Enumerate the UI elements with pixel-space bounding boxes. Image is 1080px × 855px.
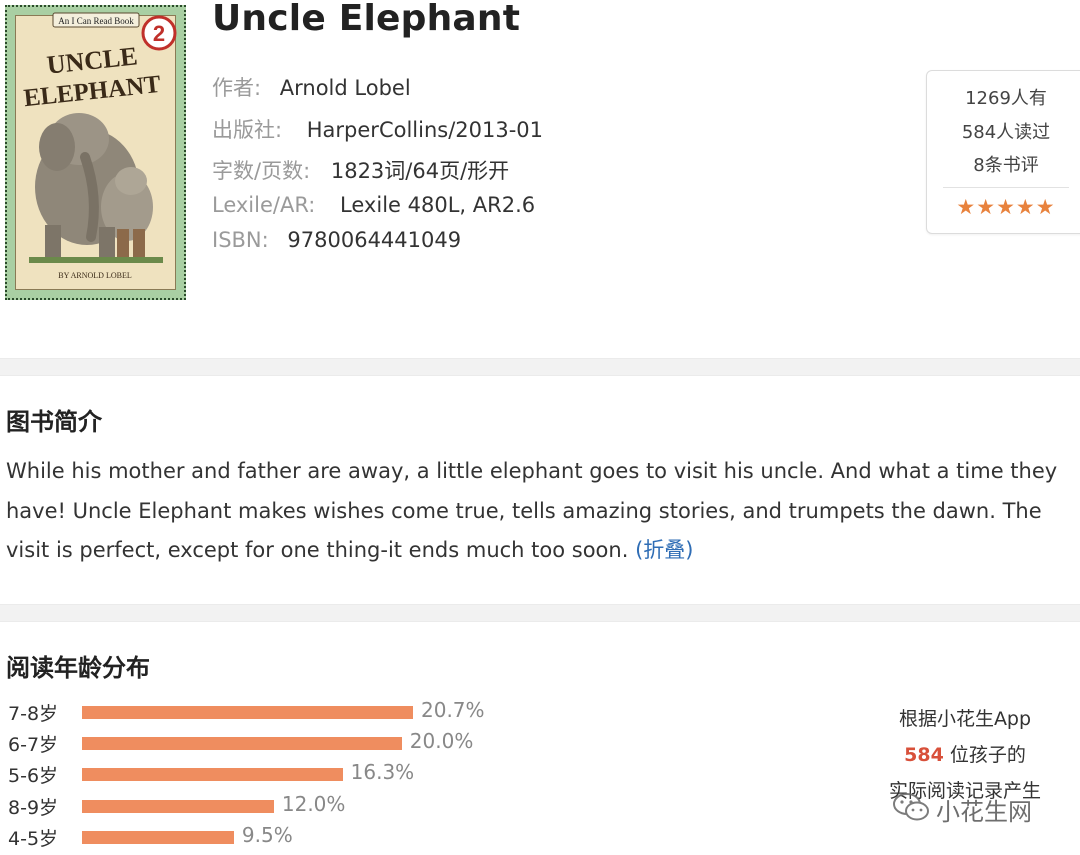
meta-author-value[interactable]: Arnold Lobel	[280, 76, 411, 100]
cover-title-line2: ELEPHANT	[22, 71, 162, 112]
meta-lexile: Lexile/AR: Lexile 480L, AR2.6	[212, 193, 535, 217]
meta-wordcount-value: 1823词/64页/形开	[330, 159, 510, 183]
age-percent: 9.5%	[241, 822, 293, 847]
age-bar	[82, 830, 234, 844]
watermark-text: 小花生网	[936, 798, 1032, 826]
age-percent: 20.0%	[409, 729, 474, 754]
age-row: 7-8岁 20.7%	[0, 698, 700, 729]
series-badge: An I Can Read Book	[58, 16, 134, 26]
meta-publisher-label: 出版社:	[212, 118, 283, 142]
note-line1: 根据小花生App	[898, 708, 1032, 730]
age-bar	[82, 799, 274, 813]
meta-lexile-value: Lexile 480L, AR2.6	[340, 193, 536, 217]
age-bar	[82, 706, 413, 719]
note-line2: 584 位孩子的	[885, 740, 1045, 767]
cover-byline: BY ARNOLD LOBEL	[58, 271, 132, 280]
child-count: 584	[904, 744, 944, 766]
meta-wordcount: 字数/页数: 1823词/64页/形开	[212, 155, 509, 185]
section-divider	[0, 358, 1080, 376]
note-line2-suffix: 位孩子的	[943, 744, 1026, 766]
age-row: 8-9岁 12.0%	[0, 792, 700, 823]
section-divider	[0, 604, 1080, 622]
stats-card: 1269人有 584人读过 8条书评 ★★★★★	[926, 70, 1080, 234]
age-label: 4-5岁	[8, 827, 59, 850]
level-number: 2	[153, 21, 165, 46]
book-cover: An I Can Read Book 2 UNCLE ELEPHANT BY A…	[5, 5, 186, 300]
reviews-count[interactable]: 8条书评	[927, 151, 1080, 177]
watermark: 小花生网	[890, 788, 1070, 828]
intro-text: While his mother and father are away, a …	[6, 452, 1076, 571]
readers-count[interactable]: 584人读过	[927, 118, 1080, 144]
age-bar	[82, 768, 343, 782]
rating-stars: ★★★★★	[956, 195, 1056, 219]
meta-author: 作者: Arnold Lobel	[212, 72, 411, 102]
age-bar	[82, 737, 402, 751]
book-title: Uncle Elephant	[212, 0, 521, 39]
age-heading: 阅读年龄分布	[6, 654, 150, 682]
age-row: 6-7岁 20.0%	[0, 729, 700, 760]
age-label: 7-8岁	[8, 703, 59, 725]
age-percent: 12.0%	[281, 791, 346, 816]
meta-publisher-value: HarperCollins/2013-01	[306, 118, 544, 142]
age-label: 8-9岁	[8, 796, 59, 819]
intro-body: While his mother and father are away, a …	[6, 459, 1058, 562]
cover-illustration: An I Can Read Book 2 UNCLE ELEPHANT BY A…	[22, 12, 177, 280]
age-row: 5-6岁 16.3%	[0, 760, 700, 791]
wechat-icon	[893, 793, 929, 821]
meta-isbn-label: ISBN:	[212, 228, 269, 252]
stats-divider	[943, 187, 1069, 188]
age-percent: 20.7%	[421, 698, 485, 722]
collapse-toggle[interactable]: (折叠)	[635, 538, 693, 562]
meta-isbn-value: 9780064441049	[287, 228, 462, 252]
age-label: 6-7岁	[8, 734, 59, 757]
meta-publisher: 出版社: HarperCollins/2013-01	[212, 114, 543, 144]
meta-author-label: 作者:	[212, 76, 262, 100]
age-row: 4-5岁 9.5%	[0, 823, 700, 854]
age-percent: 16.3%	[350, 760, 415, 785]
intro-heading: 图书简介	[6, 408, 102, 436]
age-label: 5-6岁	[8, 765, 59, 788]
meta-isbn: ISBN: 9780064441049	[212, 228, 461, 252]
meta-wordcount-label: 字数/页数:	[212, 159, 311, 183]
owners-count[interactable]: 1269人有	[927, 84, 1080, 110]
meta-lexile-label: Lexile/AR:	[212, 193, 316, 217]
